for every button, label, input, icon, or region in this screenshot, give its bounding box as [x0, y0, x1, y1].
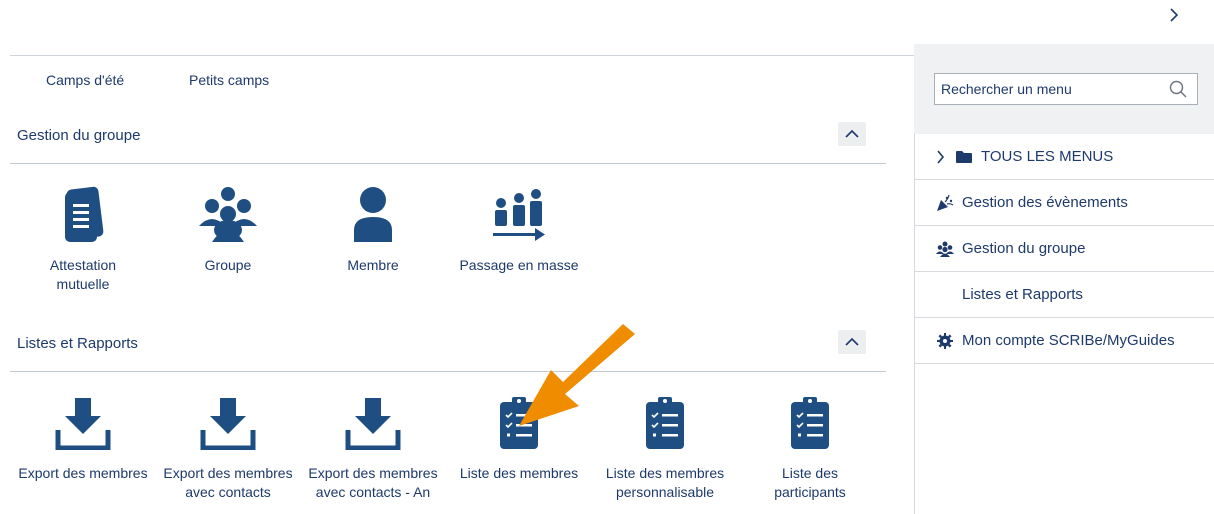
download-icon — [345, 398, 401, 450]
tile-label: Liste des participants — [774, 465, 846, 500]
tile-membre[interactable]: Membre — [303, 180, 443, 275]
section-divider — [10, 163, 886, 164]
tile-label: Passage en masse — [459, 257, 579, 273]
tab-petits-camps[interactable]: Petits camps — [189, 72, 269, 88]
tile-label: Liste des membres — [459, 465, 579, 481]
tile-groupe[interactable]: Groupe — [158, 180, 298, 275]
party-popper-icon — [936, 194, 954, 212]
tile-label: Export des membres avec contacts — [163, 465, 293, 500]
sidebar-item-mon-compte[interactable]: Mon compte SCRIBe/MyGuides — [914, 318, 1214, 364]
group-icon — [936, 241, 954, 257]
download-icon — [55, 398, 111, 450]
chevron-right-icon[interactable] — [1164, 8, 1184, 28]
mass-transfer-icon — [493, 189, 545, 241]
section-divider — [10, 371, 886, 372]
clipboard-list-icon — [791, 397, 829, 449]
tile-label: Liste des membres personnalisable — [605, 465, 725, 500]
sidebar-item-label: Mon compte SCRIBe/MyGuides — [962, 332, 1175, 349]
tile-label: Attestation mutuelle — [49, 257, 117, 292]
search-input[interactable] — [939, 74, 1163, 104]
clipboard-list-icon — [646, 397, 684, 449]
folder-icon — [955, 150, 973, 164]
group-icon — [199, 187, 257, 242]
search-icon[interactable] — [1169, 80, 1187, 103]
sidebar-item-tous-les-menus[interactable]: TOUS LES MENUS — [914, 134, 1214, 180]
download-icon — [200, 398, 256, 450]
sidebar-item-gestion-groupe[interactable]: Gestion du groupe — [914, 226, 1214, 272]
collapse-button[interactable] — [838, 122, 866, 146]
sidebar-item-gestion-evenements[interactable]: Gestion des évènements — [914, 180, 1214, 226]
chevron-up-icon — [845, 129, 859, 138]
tile-liste-participants[interactable]: Liste des participants — [740, 388, 880, 502]
tile-attestation-mutuelle[interactable]: Attestation mutuelle — [13, 180, 153, 294]
sidebar-item-label: TOUS LES MENUS — [981, 148, 1114, 165]
section-title-gestion-groupe: Gestion du groupe — [17, 127, 141, 144]
collapse-button[interactable] — [838, 330, 866, 354]
tab-camps-ete[interactable]: Camps d'été — [46, 72, 124, 88]
sidebar-item-label: Gestion des évènements — [962, 194, 1128, 211]
tile-label: Export des membres avec contacts - An — [308, 465, 438, 500]
tile-label: Export des membres — [18, 465, 148, 481]
tile-export-membres-contacts-an[interactable]: Export des membres avec contacts - An — [303, 388, 443, 502]
tile-export-membres-contacts[interactable]: Export des membres avec contacts — [158, 388, 298, 502]
sidebar-item-label: Listes et Rapports — [962, 286, 1083, 303]
tile-label: Groupe — [204, 257, 252, 273]
divider — [10, 55, 914, 56]
menu-search[interactable] — [934, 73, 1198, 105]
document-list-icon — [65, 186, 104, 242]
chevron-right-icon — [936, 149, 945, 164]
sidebar-item-label: Gestion du groupe — [962, 240, 1086, 257]
tile-passage-en-masse[interactable]: Passage en masse — [449, 180, 589, 275]
annotation-arrow — [519, 324, 635, 426]
tile-export-membres[interactable]: Export des membres — [13, 388, 153, 483]
sidebar-item-listes-rapports[interactable]: Listes et Rapports — [914, 272, 1214, 318]
gear-icon — [936, 332, 954, 349]
user-icon — [354, 187, 392, 242]
tile-label: Membre — [347, 257, 399, 273]
section-title-listes-rapports: Listes et Rapports — [17, 335, 138, 352]
chevron-up-icon — [845, 337, 859, 346]
